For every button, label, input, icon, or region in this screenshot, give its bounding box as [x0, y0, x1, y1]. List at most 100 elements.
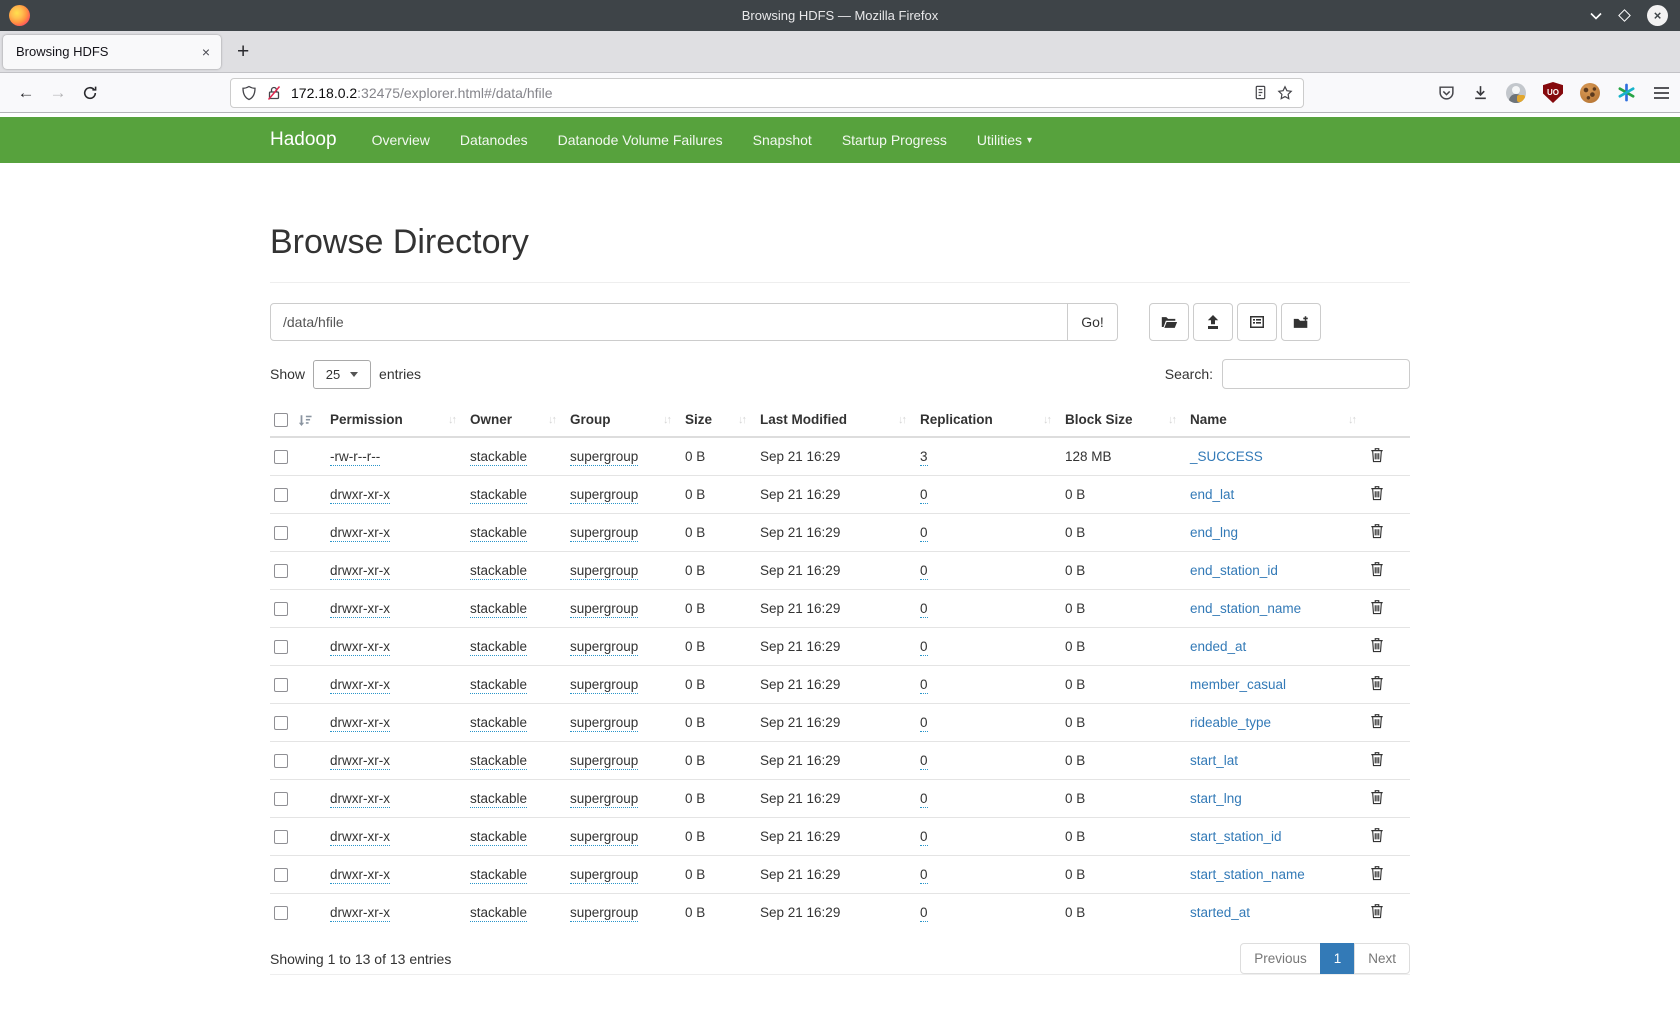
- navbar-item-utilities[interactable]: Utilities ▾: [962, 117, 1047, 163]
- delete-file-button[interactable]: [1370, 637, 1384, 653]
- permission-cell[interactable]: drwxr-xr-x: [330, 829, 390, 846]
- delete-file-button[interactable]: [1370, 561, 1384, 577]
- sort-icon[interactable]: ↓↑: [738, 414, 745, 426]
- row-checkbox[interactable]: [274, 640, 288, 654]
- owner-cell[interactable]: stackable: [470, 487, 527, 504]
- owner-cell[interactable]: stackable: [470, 525, 527, 542]
- column-header-block-size[interactable]: Block Size↓↑: [1057, 403, 1182, 437]
- file-name-link[interactable]: started_at: [1190, 905, 1250, 920]
- row-checkbox[interactable]: [274, 450, 288, 464]
- back-button[interactable]: ←: [10, 83, 42, 103]
- navbar-item[interactable]: Startup Progress: [827, 117, 962, 163]
- file-name-link[interactable]: end_station_name: [1190, 601, 1301, 616]
- row-checkbox[interactable]: [274, 526, 288, 540]
- permission-cell[interactable]: drwxr-xr-x: [330, 715, 390, 732]
- permission-cell[interactable]: drwxr-xr-x: [330, 905, 390, 922]
- delete-file-button[interactable]: [1370, 675, 1384, 691]
- sort-icon[interactable]: ↓↑: [1168, 414, 1175, 426]
- delete-file-button[interactable]: [1370, 751, 1384, 767]
- file-name-link[interactable]: start_station_id: [1190, 829, 1282, 844]
- permission-cell[interactable]: drwxr-xr-x: [330, 487, 390, 504]
- row-checkbox[interactable]: [274, 678, 288, 692]
- sort-icon[interactable]: ↓↑: [1348, 414, 1355, 426]
- delete-file-button[interactable]: [1370, 789, 1384, 805]
- owner-cell[interactable]: stackable: [470, 601, 527, 618]
- upload-file-button[interactable]: [1193, 303, 1233, 341]
- permission-cell[interactable]: drwxr-xr-x: [330, 867, 390, 884]
- row-checkbox[interactable]: [274, 830, 288, 844]
- downloads-icon[interactable]: [1472, 84, 1489, 101]
- owner-cell[interactable]: stackable: [470, 905, 527, 922]
- pagination-previous[interactable]: Previous: [1240, 943, 1321, 974]
- delete-file-button[interactable]: [1370, 827, 1384, 843]
- replication-cell[interactable]: 0: [920, 563, 928, 580]
- owner-cell[interactable]: stackable: [470, 677, 527, 694]
- new-tab-button[interactable]: +: [237, 41, 249, 62]
- replication-cell[interactable]: 0: [920, 639, 928, 656]
- go-button[interactable]: Go!: [1068, 303, 1118, 341]
- sort-icon[interactable]: ↓↑: [548, 414, 555, 426]
- cookie-extension-icon[interactable]: [1580, 83, 1600, 103]
- row-checkbox[interactable]: [274, 564, 288, 578]
- file-name-link[interactable]: member_casual: [1190, 677, 1286, 692]
- group-cell[interactable]: supergroup: [570, 791, 638, 808]
- file-name-link[interactable]: _SUCCESS: [1190, 449, 1263, 464]
- group-cell[interactable]: supergroup: [570, 753, 638, 770]
- navbar-item[interactable]: Datanode Volume Failures: [543, 117, 738, 163]
- delete-file-button[interactable]: [1370, 447, 1384, 463]
- directory-path-input[interactable]: [270, 303, 1068, 341]
- delete-file-button[interactable]: [1370, 903, 1384, 919]
- delete-file-button[interactable]: [1370, 523, 1384, 539]
- permission-cell[interactable]: drwxr-xr-x: [330, 563, 390, 580]
- group-cell[interactable]: supergroup: [570, 639, 638, 656]
- owner-cell[interactable]: stackable: [470, 563, 527, 580]
- forward-button[interactable]: →: [42, 83, 74, 103]
- replication-cell[interactable]: 0: [920, 715, 928, 732]
- file-name-link[interactable]: start_lng: [1190, 791, 1242, 806]
- row-checkbox[interactable]: [274, 792, 288, 806]
- owner-cell[interactable]: stackable: [470, 449, 527, 466]
- column-header-group[interactable]: Group↓↑: [562, 403, 677, 437]
- row-checkbox[interactable]: [274, 754, 288, 768]
- pagination-page-1[interactable]: 1: [1320, 943, 1356, 974]
- create-directory-button[interactable]: [1281, 303, 1321, 341]
- window-minimize-icon[interactable]: [1590, 12, 1602, 20]
- file-name-link[interactable]: end_lat: [1190, 487, 1234, 502]
- row-checkbox[interactable]: [274, 906, 288, 920]
- row-checkbox[interactable]: [274, 868, 288, 882]
- row-checkbox[interactable]: [274, 488, 288, 502]
- navbar-item[interactable]: Snapshot: [738, 117, 827, 163]
- column-header-owner[interactable]: Owner↓↑: [462, 403, 562, 437]
- file-name-link[interactable]: end_lng: [1190, 525, 1238, 540]
- column-header-replication[interactable]: Replication↓↑: [912, 403, 1057, 437]
- search-input[interactable]: [1222, 359, 1410, 389]
- menu-hamburger-icon[interactable]: [1653, 86, 1670, 100]
- insecure-lock-icon[interactable]: [266, 85, 282, 101]
- delete-file-button[interactable]: [1370, 599, 1384, 615]
- file-name-link[interactable]: rideable_type: [1190, 715, 1271, 730]
- group-cell[interactable]: supergroup: [570, 525, 638, 542]
- replication-cell[interactable]: 0: [920, 867, 928, 884]
- sort-attributes-icon[interactable]: [298, 414, 312, 427]
- group-cell[interactable]: supergroup: [570, 677, 638, 694]
- navbar-item[interactable]: Datanodes: [445, 117, 543, 163]
- file-list-button[interactable]: [1237, 303, 1277, 341]
- select-all-checkbox[interactable]: [274, 413, 288, 427]
- replication-cell[interactable]: 3: [920, 449, 928, 466]
- group-cell[interactable]: supergroup: [570, 563, 638, 580]
- open-folder-button[interactable]: [1149, 303, 1189, 341]
- owner-cell[interactable]: stackable: [470, 829, 527, 846]
- ublock-origin-icon[interactable]: UO: [1543, 82, 1563, 103]
- row-checkbox[interactable]: [274, 716, 288, 730]
- group-cell[interactable]: supergroup: [570, 601, 638, 618]
- delete-file-button[interactable]: [1370, 485, 1384, 501]
- sort-icon[interactable]: ↓↑: [1043, 414, 1050, 426]
- permission-cell[interactable]: drwxr-xr-x: [330, 639, 390, 656]
- replication-cell[interactable]: 0: [920, 829, 928, 846]
- owner-cell[interactable]: stackable: [470, 867, 527, 884]
- group-cell[interactable]: supergroup: [570, 867, 638, 884]
- file-name-link[interactable]: start_station_name: [1190, 867, 1305, 882]
- column-header-permission[interactable]: Permission↓↑: [322, 403, 462, 437]
- pocket-icon[interactable]: [1438, 84, 1455, 101]
- bookmark-star-icon[interactable]: [1277, 85, 1293, 101]
